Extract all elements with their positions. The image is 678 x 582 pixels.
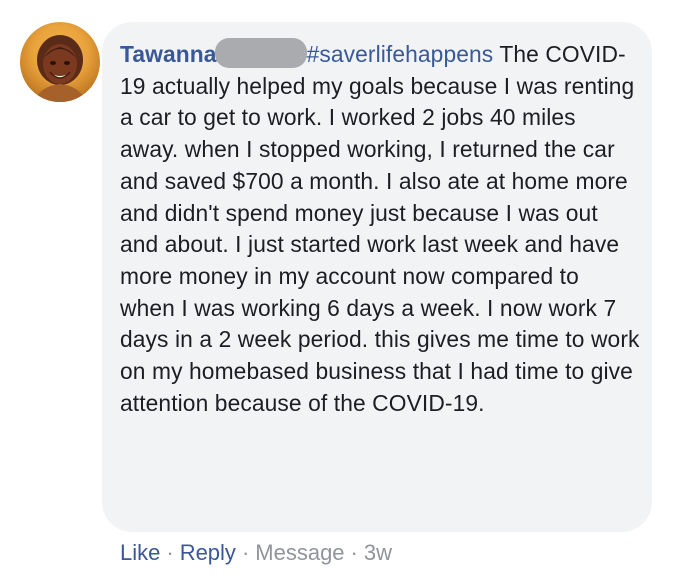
separator: · [241, 540, 250, 565]
redacted-surname [214, 38, 307, 68]
comment-item: Tawanna #saverlifehappens The COVID-19 ac… [0, 0, 678, 582]
comment-actions: Like · Reply · Message · 3w [120, 540, 392, 566]
message-button[interactable]: Message [255, 540, 344, 565]
comment-text: Tawanna #saverlifehappens The COVID-19 ac… [120, 38, 640, 419]
reply-button[interactable]: Reply [180, 540, 236, 565]
comment-author-name[interactable]: Tawanna [120, 41, 217, 67]
hashtag-link[interactable]: #saverlifehappens [307, 41, 494, 67]
separator: · [166, 540, 174, 565]
comment-timestamp[interactable]: 3w [364, 540, 392, 565]
separator: · [350, 540, 358, 565]
like-button[interactable]: Like [120, 540, 160, 565]
comment-body: The COVID-19 actually helped my goals be… [120, 41, 640, 416]
profile-photo-icon [34, 35, 86, 102]
comment-bubble: Tawanna #saverlifehappens The COVID-19 ac… [102, 22, 652, 532]
avatar[interactable] [20, 22, 100, 102]
